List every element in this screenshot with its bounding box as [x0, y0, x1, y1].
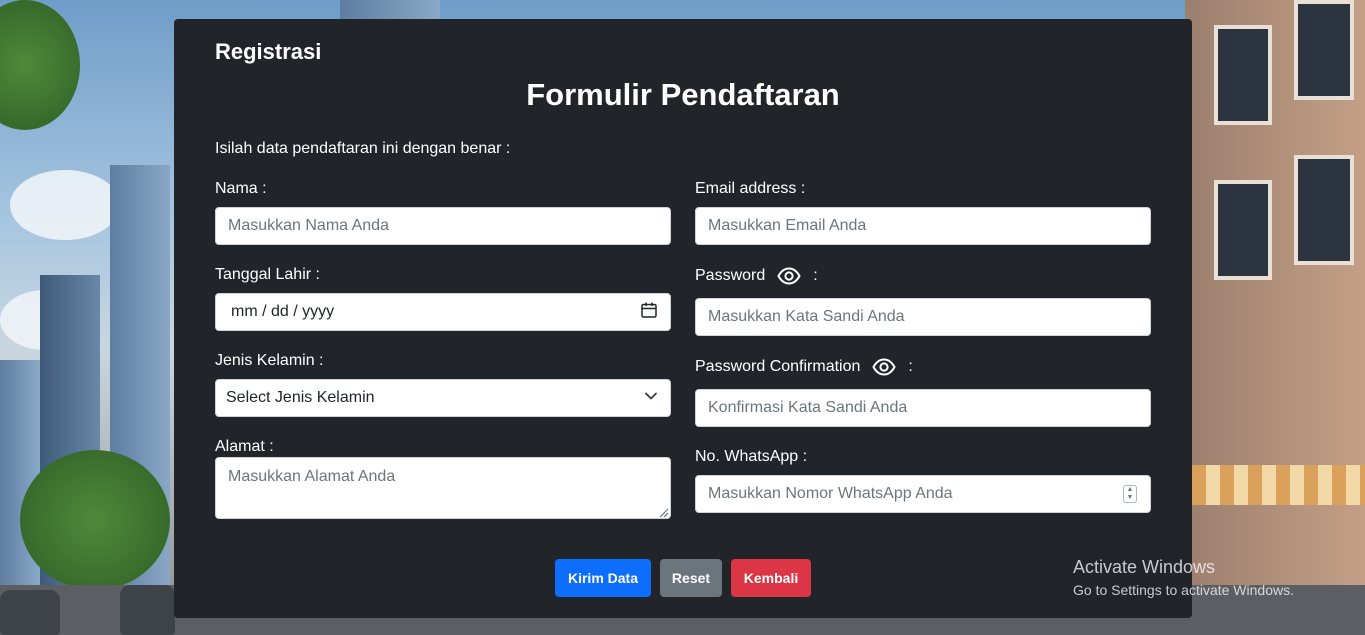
number-spinner-icon[interactable]: ▲ ▼: [1123, 485, 1137, 503]
reset-button[interactable]: Reset: [660, 559, 722, 597]
kirim-data-button[interactable]: Kirim Data: [555, 559, 651, 597]
calendar-icon[interactable]: [640, 301, 658, 324]
skyscraper: [340, 0, 440, 20]
building-window: [1294, 0, 1354, 100]
nama-label-text: Nama :: [215, 180, 267, 197]
alamat-wrapper: [215, 457, 671, 519]
email-input[interactable]: [695, 207, 1151, 245]
form-intro: Isilah data pendaftaran ini dengan benar…: [215, 140, 511, 157]
alamat-label-text: Alamat :: [215, 438, 274, 455]
registration-card: Registrasi Formulir Pendaftaran Isilah d…: [174, 19, 1192, 618]
car: [120, 585, 175, 635]
kembali-button[interactable]: Kembali: [731, 559, 811, 597]
password-confirmation-input[interactable]: [695, 389, 1151, 427]
email-label: Email address :: [695, 180, 805, 198]
car: [0, 590, 60, 635]
jenis-kelamin-select[interactable]: Select Jenis Kelamin: [215, 379, 671, 417]
brand-title[interactable]: Registrasi: [215, 39, 321, 65]
building-window: [1214, 180, 1272, 280]
spinner-down-icon[interactable]: ▼: [1127, 494, 1134, 502]
whatsapp-input[interactable]: [695, 475, 1151, 513]
cloud: [10, 170, 120, 240]
shop-awning: [1192, 465, 1365, 505]
alamat-textarea[interactable]: [215, 457, 671, 519]
alamat-label: Alamat :: [215, 438, 274, 456]
password-label-suffix: :: [813, 267, 818, 284]
chevron-down-icon: [644, 389, 658, 408]
tanggal-lahir-input[interactable]: mm / dd / yyyy: [215, 293, 671, 331]
resize-handle-icon[interactable]: [657, 505, 669, 518]
date-value: mm / dd / yyyy: [231, 303, 335, 320]
activate-windows-watermark: Activate Windows Go to Settings to activ…: [1073, 557, 1294, 598]
password-confirmation-label-text: Password Confirmation: [695, 358, 861, 375]
page-title: Formulir Pendaftaran: [526, 77, 840, 112]
tanggal-lahir-label: Tanggal Lahir :: [215, 266, 320, 284]
whatsapp-label-text: No. WhatsApp :: [695, 448, 808, 465]
eye-icon[interactable]: [872, 355, 897, 379]
nama-label: Nama :: [215, 180, 267, 198]
nama-input[interactable]: [215, 207, 671, 245]
password-confirmation-label: Password Confirmation :: [695, 355, 913, 379]
building-window: [1294, 155, 1354, 265]
jenis-kelamin-selected: Select Jenis Kelamin: [226, 389, 375, 406]
eye-icon[interactable]: [777, 264, 801, 288]
tanggal-lahir-label-text: Tanggal Lahir :: [215, 266, 320, 283]
watermark-subtitle: Go to Settings to activate Windows.: [1073, 582, 1294, 598]
password-label: Password :: [695, 264, 818, 288]
tree: [20, 450, 170, 590]
whatsapp-wrapper: ▲ ▼: [695, 475, 1151, 513]
jenis-kelamin-label-text: Jenis Kelamin :: [215, 352, 324, 369]
building-window: [1214, 25, 1272, 125]
password-label-text: Password: [695, 267, 766, 284]
password-confirmation-label-suffix: :: [908, 358, 913, 375]
spinner-up-icon[interactable]: ▲: [1127, 486, 1134, 494]
password-input[interactable]: [695, 298, 1151, 336]
watermark-title: Activate Windows: [1073, 557, 1216, 577]
email-label-text: Email address :: [695, 180, 806, 197]
whatsapp-label: No. WhatsApp :: [695, 448, 807, 466]
jenis-kelamin-label: Jenis Kelamin :: [215, 352, 324, 370]
